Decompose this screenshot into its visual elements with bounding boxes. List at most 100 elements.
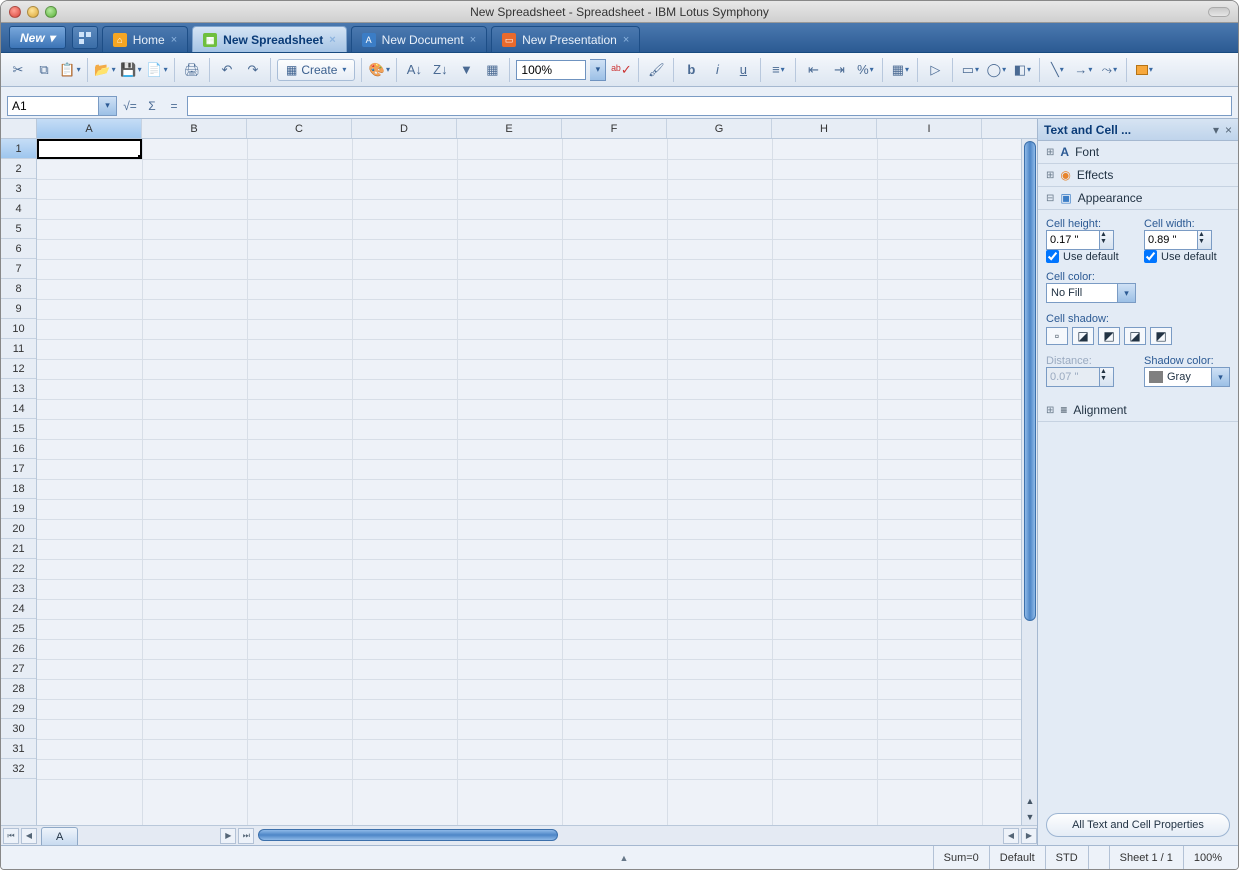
column-header[interactable]: I [877, 119, 982, 138]
vertical-scrollbar[interactable]: ▲ ▼ [1021, 139, 1037, 825]
rect-tool-button[interactable]: ▭▾ [959, 59, 981, 81]
tab-spreadsheet[interactable]: ▦ New Spreadsheet × [192, 26, 346, 52]
row-header[interactable]: 2 [1, 159, 36, 179]
row-header[interactable]: 3 [1, 179, 36, 199]
create-button[interactable]: ▦ Create ▾ [277, 59, 355, 81]
function-wizard-button[interactable]: √= [121, 97, 139, 115]
column-header[interactable]: G [667, 119, 772, 138]
row-header[interactable]: 26 [1, 639, 36, 659]
row-header[interactable]: 15 [1, 419, 36, 439]
next-sheet-button[interactable]: ▶ [220, 828, 236, 844]
row-header[interactable]: 30 [1, 719, 36, 739]
cell-height-spinner[interactable]: ▲▼ [1100, 230, 1114, 250]
row-header[interactable]: 14 [1, 399, 36, 419]
row-header[interactable]: 6 [1, 239, 36, 259]
shadow-br-button[interactable]: ◪ [1072, 327, 1094, 345]
format-paint-button[interactable]: 🖌 [645, 59, 667, 81]
row-header[interactable]: 8 [1, 279, 36, 299]
align-button[interactable]: ≡▾ [767, 59, 789, 81]
row-header[interactable]: 18 [1, 479, 36, 499]
close-icon[interactable]: × [470, 34, 476, 46]
row-header[interactable]: 1 [1, 139, 36, 159]
spellcheck-button[interactable]: ᵃᵇ✓ [610, 59, 632, 81]
column-header[interactable]: E [457, 119, 562, 138]
sheet-tab[interactable]: A [41, 827, 78, 845]
shadow-none-button[interactable]: ▫ [1046, 327, 1068, 345]
cell-height-default-checkbox[interactable] [1046, 250, 1059, 263]
last-sheet-button[interactable]: ⏭ [238, 828, 254, 844]
sort-desc-button[interactable]: Z↓ [429, 59, 451, 81]
new-button[interactable]: New ▾ [9, 26, 66, 49]
row-header[interactable]: 31 [1, 739, 36, 759]
scroll-right-arrow-icon[interactable]: ▶ [1021, 828, 1037, 844]
thumbnails-button[interactable] [72, 26, 98, 49]
indent-right-button[interactable]: ⇥ [828, 59, 850, 81]
column-header[interactable]: F [562, 119, 667, 138]
section-font[interactable]: ⊞ A Font [1038, 141, 1238, 164]
status-expand-icon[interactable]: ▲ [620, 853, 629, 863]
arrow-tool-button[interactable]: →▾ [1072, 59, 1094, 81]
ellipse-tool-button[interactable]: ◯▾ [985, 59, 1007, 81]
freeze-button[interactable]: ▦ [481, 59, 503, 81]
undo-button[interactable]: ↶ [216, 59, 238, 81]
cell-width-default-checkbox[interactable] [1144, 250, 1157, 263]
row-header[interactable]: 19 [1, 499, 36, 519]
column-header[interactable]: B [142, 119, 247, 138]
panel-menu-icon[interactable]: ▾ [1213, 123, 1219, 137]
scrollbar-thumb[interactable] [258, 829, 558, 841]
status-style[interactable]: Default [989, 846, 1045, 869]
cell-width-spinner[interactable]: ▲▼ [1198, 230, 1212, 250]
tab-document[interactable]: A New Document × [351, 26, 487, 52]
select-all-corner[interactable] [1, 119, 37, 139]
export-button[interactable]: 📄▾ [146, 59, 168, 81]
cell-height-input[interactable] [1046, 230, 1100, 250]
row-header[interactable]: 10 [1, 319, 36, 339]
row-header[interactable]: 12 [1, 359, 36, 379]
section-appearance[interactable]: ⊟ ▣ Appearance [1038, 187, 1238, 210]
zoom-dropdown[interactable]: ▾ [590, 59, 606, 81]
underline-button[interactable]: u [732, 59, 754, 81]
line-tool-button[interactable]: ╲▾ [1046, 59, 1068, 81]
status-mode[interactable]: STD [1045, 846, 1088, 869]
scroll-down-arrow-icon[interactable]: ▼ [1022, 809, 1037, 825]
row-header[interactable]: 25 [1, 619, 36, 639]
formula-input[interactable] [187, 96, 1232, 116]
row-header[interactable]: 11 [1, 339, 36, 359]
row-header[interactable]: 32 [1, 759, 36, 779]
paste-button[interactable]: 📋▾ [59, 59, 81, 81]
row-header[interactable]: 5 [1, 219, 36, 239]
open-button[interactable]: 📂▾ [94, 59, 116, 81]
section-alignment[interactable]: ⊞ ≡ Alignment [1038, 399, 1238, 422]
cell-width-input[interactable] [1144, 230, 1198, 250]
redo-button[interactable]: ↷ [242, 59, 264, 81]
save-button[interactable]: 💾▾ [120, 59, 142, 81]
shadow-color-select[interactable]: Gray ▾ [1144, 367, 1230, 387]
select-tool-button[interactable]: ▷ [924, 59, 946, 81]
row-header[interactable]: 21 [1, 539, 36, 559]
filter-button[interactable]: ▼ [455, 59, 477, 81]
prev-sheet-button[interactable]: ◀ [21, 828, 37, 844]
shadow-bl-button[interactable]: ◪ [1124, 327, 1146, 345]
row-header[interactable]: 23 [1, 579, 36, 599]
cell-color-select[interactable]: No Fill ▾ [1046, 283, 1136, 303]
fill-color-button[interactable]: ▾ [1133, 59, 1155, 81]
toolbar-toggle-pill[interactable] [1208, 7, 1230, 17]
first-sheet-button[interactable]: ⏮ [3, 828, 19, 844]
row-header[interactable]: 17 [1, 459, 36, 479]
close-icon[interactable]: × [329, 34, 335, 46]
row-header[interactable]: 28 [1, 679, 36, 699]
tab-home[interactable]: ⌂ Home × [102, 26, 188, 52]
column-header[interactable]: C [247, 119, 352, 138]
row-header[interactable]: 7 [1, 259, 36, 279]
row-header[interactable]: 20 [1, 519, 36, 539]
row-header[interactable]: 13 [1, 379, 36, 399]
connector-tool-button[interactable]: ⤳▾ [1098, 59, 1120, 81]
chart-style-button[interactable]: 🎨▾ [368, 59, 390, 81]
horizontal-scrollbar[interactable] [258, 829, 997, 843]
3d-tool-button[interactable]: ◧▾ [1011, 59, 1033, 81]
column-header[interactable]: H [772, 119, 877, 138]
bold-button[interactable]: b [680, 59, 702, 81]
sort-asc-button[interactable]: A↓ [403, 59, 425, 81]
column-header[interactable]: A [37, 119, 142, 138]
row-header[interactable]: 16 [1, 439, 36, 459]
